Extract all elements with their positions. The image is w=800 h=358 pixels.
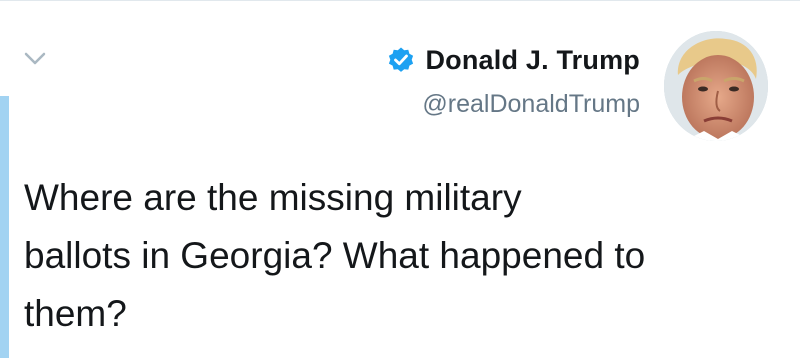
tweet-text: Where are the missing military ballots i… — [24, 177, 646, 334]
thread-indicator-bar — [0, 96, 9, 358]
tweet-author[interactable]: Donald J. Trump @realDonaldTrump — [387, 42, 640, 119]
profile-avatar[interactable] — [664, 31, 768, 141]
tweet-card: Donald J. Trump @realDonaldTrump Where a… — [0, 0, 800, 358]
author-name-row: Donald J. Trump — [387, 42, 640, 78]
author-display-name[interactable]: Donald J. Trump — [425, 45, 640, 76]
author-handle[interactable]: @realDonaldTrump — [387, 90, 640, 119]
chevron-down-icon[interactable] — [22, 47, 48, 69]
verified-badge-icon — [387, 46, 415, 74]
